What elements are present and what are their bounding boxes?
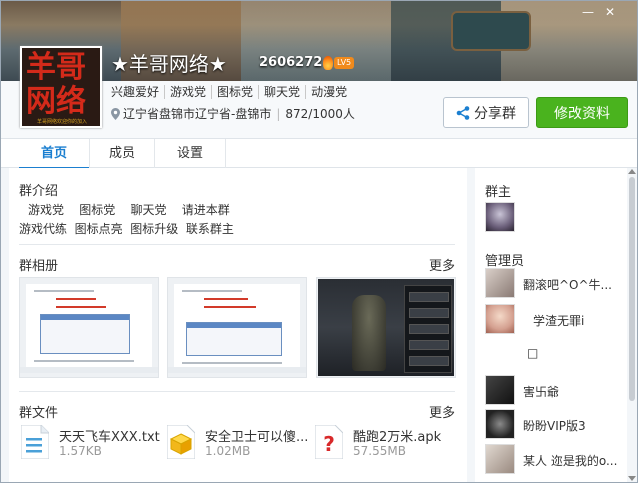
- files-title: 群文件: [19, 406, 59, 421]
- file-item[interactable]: 天天飞车XXX.txt 1.57KB: [21, 425, 161, 465]
- file-name: 天天飞车XXX.txt: [59, 430, 160, 445]
- admin-member[interactable]: 某人 迩是我的o...: [485, 444, 627, 476]
- admins-title: 管理员: [485, 254, 525, 269]
- group-profile-window: — ✕ 羊哥 网络 羊哥网络欢迎你的加入 ★羊哥网络★ 2606272 LV5 …: [0, 0, 638, 483]
- txt-file-icon: [21, 425, 49, 459]
- tab-divider: [225, 139, 226, 168]
- album-photo[interactable]: [19, 277, 159, 378]
- share-group-label: 分享群: [474, 105, 516, 122]
- file-item[interactable]: ? 酷跑2万米.apk 57.55MB: [315, 425, 455, 465]
- admin-member[interactable]: □: [485, 340, 627, 372]
- admin-member[interactable]: 学渣无罪i: [485, 304, 627, 336]
- intro-title: 群介绍: [19, 184, 59, 199]
- member-name: 翻滚吧^O^牛...: [523, 278, 612, 292]
- tag-item: 游戏党: [165, 85, 213, 99]
- level-badge: LV5: [323, 56, 355, 70]
- main-panel: 群介绍 游戏党 图标党 聊天党 请进本群 游戏代练 图标点亮 图标升级 联系群主…: [9, 168, 467, 482]
- avatar: [485, 375, 515, 405]
- scroll-down-icon[interactable]: [628, 476, 636, 481]
- group-location-row: 辽宁省盘锦市辽宁省-盘锦市 | 872/1000人: [111, 105, 355, 122]
- member-name: 盼盼VIP版3: [523, 419, 586, 433]
- member-name: 学渣无罪i: [533, 314, 585, 328]
- level-label: LV5: [334, 57, 355, 69]
- file-item[interactable]: 安全卫士可以傻... 1.02MB: [167, 425, 309, 465]
- group-location: 辽宁省盘锦市辽宁省-盘锦市: [123, 107, 272, 121]
- divider: [19, 244, 455, 245]
- minimize-button[interactable]: —: [579, 4, 597, 20]
- group-tags: 兴趣爱好 游戏党 图标党 聊天党 动漫党: [111, 85, 352, 99]
- tag-item: 图标党: [212, 85, 260, 99]
- tab-members[interactable]: 成员: [90, 139, 154, 168]
- member-name: □: [527, 346, 539, 360]
- share-group-button[interactable]: 分享群: [443, 97, 529, 128]
- group-name: ★羊哥网络★: [111, 52, 227, 76]
- album-title: 群相册: [19, 259, 59, 274]
- member-name: 害卐爺: [523, 385, 560, 399]
- apk-file-icon: ?: [315, 425, 343, 459]
- avatar: [485, 304, 515, 334]
- file-name: 安全卫士可以傻...: [205, 430, 309, 445]
- share-icon: [456, 105, 470, 120]
- svg-text:?: ?: [323, 432, 335, 456]
- scrollbar-thumb[interactable]: [629, 177, 635, 401]
- group-avatar[interactable]: 羊哥 网络 羊哥网络欢迎你的加入: [20, 46, 102, 128]
- divider: [19, 391, 455, 392]
- avatar: [485, 444, 515, 474]
- owner-title: 群主: [485, 185, 512, 200]
- divider: |: [276, 106, 281, 121]
- album-photo[interactable]: [316, 277, 456, 378]
- group-id: 2606272: [259, 55, 323, 70]
- files-more-link[interactable]: 更多: [429, 402, 455, 421]
- member-count: 872/1000人: [285, 107, 355, 121]
- admin-member[interactable]: 盼盼VIP版3: [485, 409, 627, 441]
- scroll-up-icon[interactable]: [628, 169, 636, 174]
- avatar: [485, 268, 515, 298]
- avatar-logo-line-2: 网络: [26, 84, 86, 119]
- member-name: 某人 迩是我的o...: [523, 454, 618, 468]
- close-button[interactable]: ✕: [601, 4, 619, 20]
- tab-settings[interactable]: 设置: [155, 139, 225, 168]
- avatar-logo-caption: 羊哥网络欢迎你的加入: [36, 119, 87, 125]
- avatar: [485, 202, 515, 232]
- tag-item: 动漫党: [311, 85, 348, 99]
- flame-icon: [323, 56, 333, 70]
- file-size: 1.02MB: [205, 444, 251, 458]
- tab-bar: 首页 成员 设置: [1, 138, 637, 169]
- album-more-link[interactable]: 更多: [429, 255, 455, 274]
- tag-item: 聊天党: [259, 85, 307, 99]
- package-file-icon: [167, 425, 195, 459]
- owner-member[interactable]: [485, 202, 627, 234]
- tab-home[interactable]: 首页: [19, 139, 89, 169]
- album-photo[interactable]: [167, 277, 307, 378]
- file-size: 57.55MB: [353, 444, 406, 458]
- members-sidebar: 群主 管理员 翻滚吧^O^牛... 学渣无罪i □ 害卐爺 盼盼VIP版3 某人…: [475, 168, 627, 482]
- intro-line-1: 游戏党 图标党 聊天党 请进本群: [28, 203, 230, 217]
- admin-member[interactable]: 翻滚吧^O^牛...: [485, 268, 627, 300]
- file-name: 酷跑2万米.apk: [353, 430, 442, 445]
- file-size: 1.57KB: [59, 444, 102, 458]
- location-pin-icon: [111, 107, 120, 120]
- edit-profile-button[interactable]: 修改资料: [536, 97, 628, 128]
- tag-item: 兴趣爱好: [111, 85, 166, 99]
- admin-member[interactable]: 害卐爺: [485, 375, 627, 407]
- content-area: 群介绍 游戏党 图标党 聊天党 请进本群 游戏代练 图标点亮 图标升级 联系群主…: [1, 168, 637, 482]
- avatar: [485, 409, 515, 439]
- vertical-scrollbar[interactable]: [627, 168, 637, 482]
- intro-line-2: 游戏代练 图标点亮 图标升级 联系群主: [19, 222, 234, 236]
- avatar-logo-line-1: 羊哥: [26, 50, 86, 85]
